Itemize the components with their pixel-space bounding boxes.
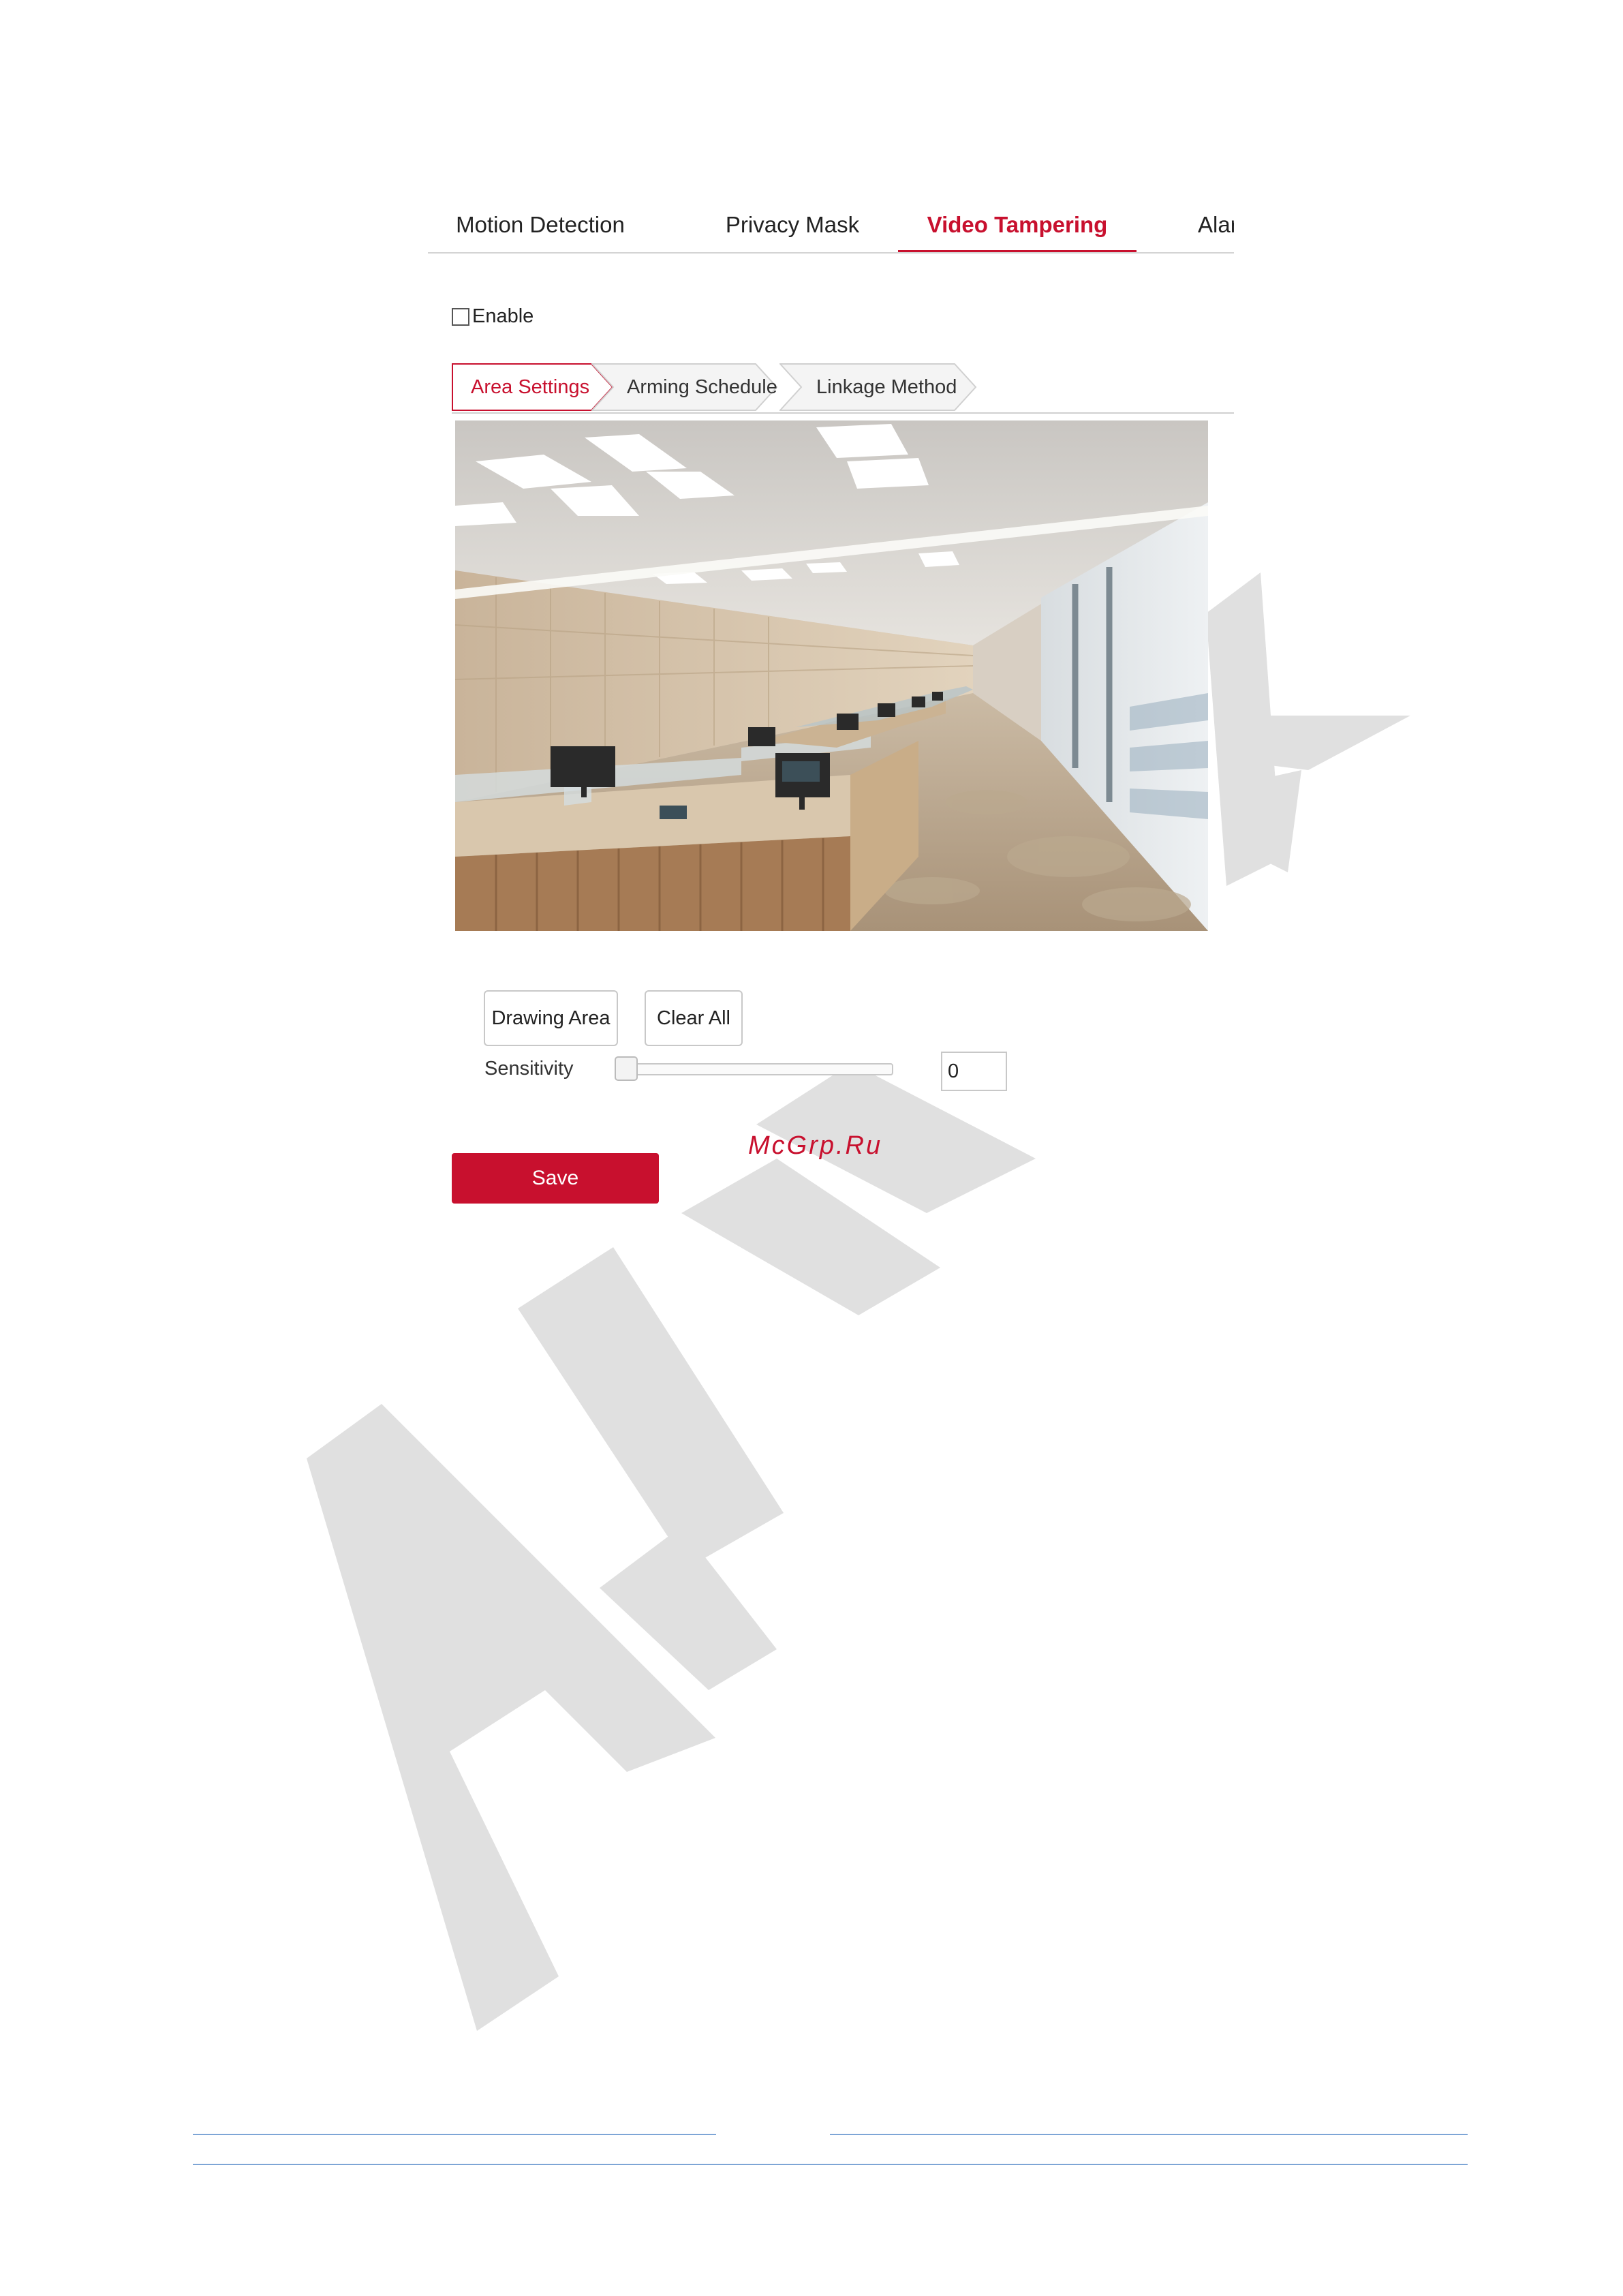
video-preview[interactable]	[455, 420, 1208, 931]
drawing-area-button[interactable]: Drawing Area	[484, 990, 618, 1046]
subtab-label: Linkage Method	[816, 376, 957, 398]
subtab-linkage-method[interactable]: Linkage Method	[779, 363, 978, 411]
settings-subtab-bar: Area Settings Arming Schedule Linkage Me…	[452, 363, 1234, 414]
save-button[interactable]: Save	[452, 1153, 659, 1204]
brand-text: McGrp.Ru	[748, 1131, 883, 1160]
subtab-label: Area Settings	[471, 376, 590, 398]
tab-privacy-mask[interactable]: Privacy Mask	[680, 198, 905, 252]
subtab-label: Arming Schedule	[627, 376, 777, 398]
sensitivity-slider[interactable]	[615, 1056, 893, 1081]
subtab-area-settings[interactable]: Area Settings	[452, 363, 615, 411]
slider-thumb-icon[interactable]	[615, 1056, 638, 1081]
detection-tab-bar: Motion Detection Privacy Mask Video Tamp…	[428, 198, 1234, 254]
tab-alarm[interactable]: Alarm	[1198, 198, 1234, 252]
slider-track[interactable]	[615, 1063, 893, 1075]
checkbox-unchecked-icon[interactable]	[452, 307, 469, 326]
tab-video-tampering[interactable]: Video Tampering	[898, 198, 1137, 252]
footer-divider-right	[830, 2134, 1468, 2135]
tab-motion-detection[interactable]: Motion Detection	[428, 198, 653, 252]
sensitivity-label: Sensitivity	[484, 1058, 574, 1080]
footer-divider-left	[193, 2134, 716, 2135]
clear-all-button[interactable]: Clear All	[645, 990, 743, 1046]
sensitivity-value-input[interactable]: 0	[941, 1052, 1007, 1091]
enable-label: Enable	[472, 305, 534, 327]
subtab-arming-schedule[interactable]: Arming Schedule	[591, 363, 779, 411]
office-scene-image	[455, 420, 1208, 931]
enable-checkbox-row[interactable]: Enable	[452, 305, 534, 328]
footer-divider-full	[193, 2164, 1468, 2165]
